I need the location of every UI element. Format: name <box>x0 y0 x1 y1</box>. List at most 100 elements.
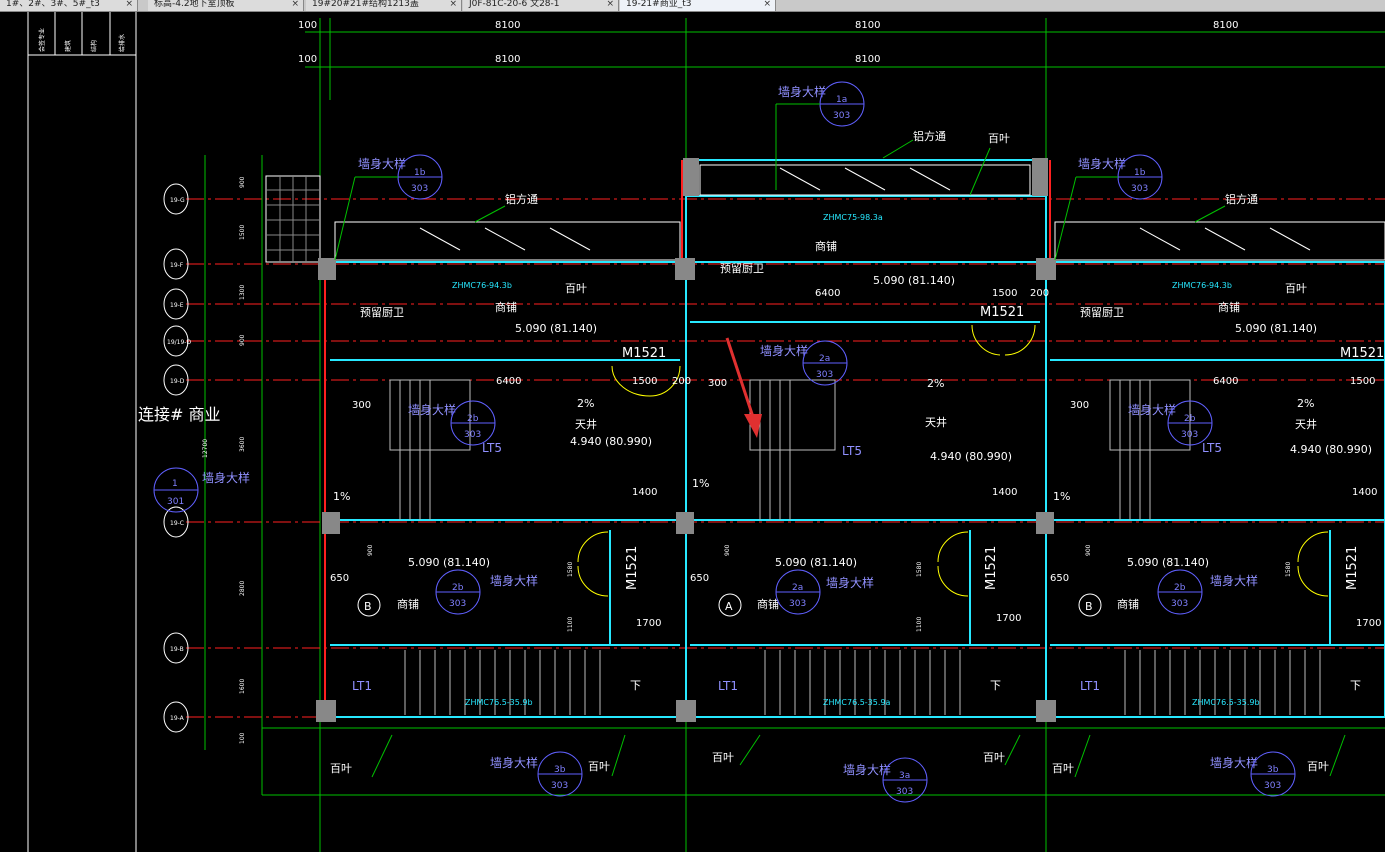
door-code: M1521 <box>980 305 1024 320</box>
bubble-ref: 303 <box>1181 430 1198 440</box>
tab-file-3[interactable]: 19#20#21#结构1213盖 × <box>306 0 462 11</box>
stair-label: LT5 <box>482 441 502 455</box>
bubble-num: 2a <box>792 583 803 593</box>
stair-label: LT1 <box>352 679 372 693</box>
tab-file-4[interactable]: J0F-81C-20-6 文28-1 × <box>463 0 619 11</box>
elevation: 5.090 (81.140) <box>1127 556 1209 569</box>
dim-inner: 200 <box>672 376 691 387</box>
cad-drawing-canvas[interactable]: 会签专业 建筑 结构 给排水 100 8100 8100 8100 100 81… <box>0 12 1385 852</box>
note-alu: 铝方通 <box>1225 192 1258 206</box>
room-shop: 商铺 <box>1218 300 1240 314</box>
bubble-num: 3b <box>554 765 566 775</box>
dim-inner: 1400 <box>632 487 657 498</box>
dim-left: 1600 <box>239 679 246 694</box>
dim-top: 8100 <box>1213 20 1238 31</box>
bubble-num: 1 <box>172 479 178 489</box>
dim-left: 12700 <box>202 439 209 458</box>
dim-inner: 1100 <box>916 617 923 632</box>
dim-inner: 900 <box>724 544 731 556</box>
dim-left: 900 <box>239 334 246 346</box>
tab-file-1[interactable]: 1#、2#、3#、5#_t3 × <box>0 0 138 11</box>
note-wall-detail: 墙身大样 <box>760 343 808 358</box>
bubble-ref: 303 <box>1171 599 1188 609</box>
elevation: 5.090 (81.140) <box>873 274 955 287</box>
room-shop: 商铺 <box>495 300 517 314</box>
close-icon[interactable]: × <box>291 0 299 9</box>
room-shop: 商铺 <box>1117 597 1139 611</box>
dim-inner: 1700 <box>996 613 1021 624</box>
note-louver: 百叶 <box>988 132 1010 145</box>
dim-inner: 1580 <box>1285 562 1292 577</box>
dim-inner: 1400 <box>1352 487 1377 498</box>
note-louver: 百叶 <box>1052 762 1074 775</box>
dim-left: 900 <box>239 176 246 188</box>
stair-down: 下 <box>1350 679 1361 692</box>
note-louver: 百叶 <box>565 282 587 295</box>
elevation: 5.090 (81.140) <box>1235 322 1317 335</box>
close-icon[interactable]: × <box>606 0 614 9</box>
note-wall-detail: 墙身大样 <box>826 575 874 590</box>
bubble-ref: 303 <box>1264 781 1281 791</box>
slope: 1% <box>1053 490 1070 503</box>
dim-inner: 1500 <box>992 288 1017 299</box>
dim-inner: 1580 <box>567 562 574 577</box>
window-code: ZHMC76-94.3b <box>1172 281 1232 290</box>
room-shop: 商铺 <box>815 239 837 253</box>
door-code: M1521 <box>622 346 666 361</box>
note-louver: 百叶 <box>1285 282 1307 295</box>
room-courtyard: 天井 <box>575 417 597 431</box>
dim-inner: 1100 <box>567 617 574 632</box>
bubble-num: 2a <box>819 354 830 364</box>
tab-file-2[interactable]: 标高-4.2地下室顶板 × <box>148 0 304 11</box>
axis-label: 19-F <box>170 262 184 269</box>
tab-label: J0F-81C-20-6 文28-1 <box>469 0 560 9</box>
note-wall-detail: 墙身大样 <box>778 84 826 99</box>
room-shop: 商铺 <box>397 597 419 611</box>
bubble-ref: 303 <box>816 370 833 380</box>
elevation: 5.090 (81.140) <box>775 556 857 569</box>
dim-left: 3600 <box>239 437 246 452</box>
dim-inner: 650 <box>1050 573 1069 584</box>
bubble-num: 1b <box>1134 168 1146 178</box>
dim-inner: 1580 <box>916 562 923 577</box>
dim-top: 100 <box>298 54 317 65</box>
note-louver: 百叶 <box>1307 760 1329 773</box>
bubble-num: 1b <box>414 168 426 178</box>
dim-left: 2800 <box>239 581 246 596</box>
close-icon[interactable]: × <box>763 0 771 9</box>
bubble-num: 2b <box>1184 414 1196 424</box>
bubble-ref: 303 <box>896 787 913 797</box>
dim-top: 8100 <box>855 20 880 31</box>
dim-inner: 650 <box>690 573 709 584</box>
window-code: ZHMC76.5-35.9b <box>1192 698 1260 707</box>
door-code: M1521 <box>1340 346 1384 361</box>
slope: 2% <box>577 397 594 410</box>
bubble-num: 3a <box>899 771 910 781</box>
dim-left: 1500 <box>239 225 246 240</box>
elevation: 4.940 (80.990) <box>570 435 652 448</box>
bubble-ref: 303 <box>833 111 850 121</box>
note-alu: 铝方通 <box>505 192 538 206</box>
door-code: M1521 <box>984 546 999 590</box>
door-code: M1521 <box>625 546 640 590</box>
elevation: 4.940 (80.990) <box>930 450 1012 463</box>
close-icon[interactable]: × <box>125 0 133 9</box>
dim-inner: 1700 <box>636 618 661 629</box>
note-louver: 百叶 <box>330 762 352 775</box>
tab-label: 19#20#21#结构1213盖 <box>312 0 419 9</box>
elevation: 4.940 (80.990) <box>1290 443 1372 456</box>
dim-inner: 900 <box>367 544 374 556</box>
note-wall-detail: 墙身大样 <box>1078 156 1126 171</box>
bubble-num: 3b <box>1267 765 1279 775</box>
unit-tag: B <box>1085 600 1093 613</box>
unit-tag: B <box>364 600 372 613</box>
close-icon[interactable]: × <box>449 0 457 9</box>
note-louver: 百叶 <box>588 760 610 773</box>
bubble-ref: 303 <box>411 184 428 194</box>
bubble-ref: 303 <box>551 781 568 791</box>
note-alu: 铝方通 <box>913 129 946 143</box>
tab-file-5[interactable]: 19-21#商业_t3 × <box>620 0 776 11</box>
room-courtyard: 天井 <box>1295 417 1317 431</box>
dim-inner: 1700 <box>1356 618 1381 629</box>
room-kitchen: 预留厨卫 <box>360 306 404 319</box>
